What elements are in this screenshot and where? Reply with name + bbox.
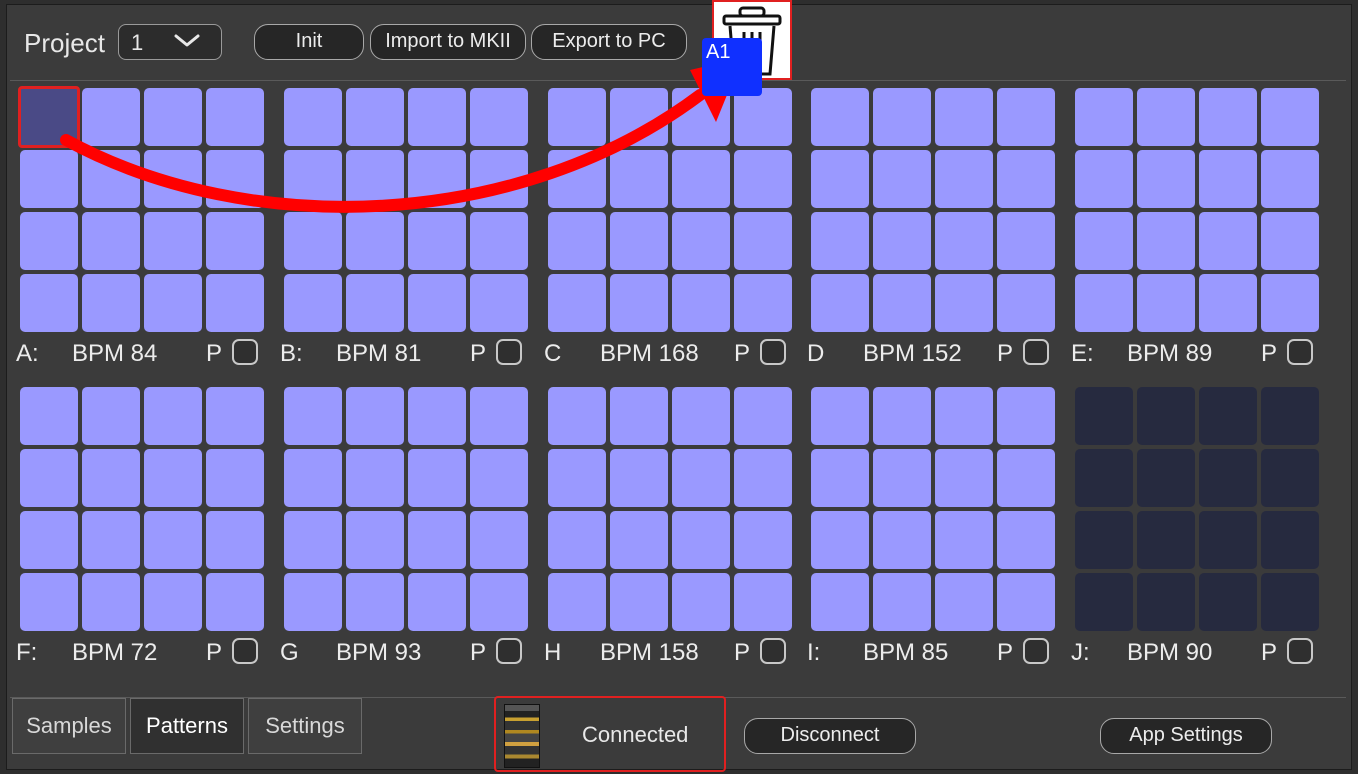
tab-settings[interactable]: Settings	[248, 698, 362, 754]
dragged-pad-chip: A1	[702, 38, 762, 96]
disconnect-button[interactable]: Disconnect	[744, 718, 916, 754]
connected-label: Connected	[582, 722, 689, 747]
device-thumbnail	[504, 704, 540, 768]
app-settings-button[interactable]: App Settings	[1100, 718, 1272, 754]
tab-samples[interactable]: Samples	[12, 698, 126, 754]
dragged-pad-label: A1	[706, 41, 731, 63]
drag-arrow-icon	[60, 58, 742, 213]
connection-status: Connected	[494, 696, 726, 772]
tab-patterns[interactable]: Patterns	[130, 698, 244, 754]
